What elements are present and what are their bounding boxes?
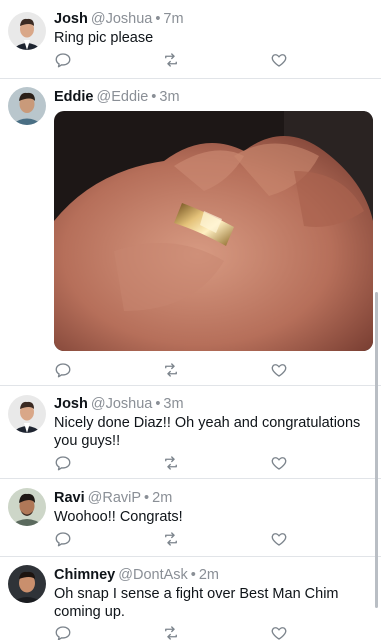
tweet-ravi[interactable]: Ravi @RaviP • 2m Woohoo!! Congrats! <box>0 479 381 556</box>
like-icon[interactable] <box>270 454 288 472</box>
tweet-eddie[interactable]: Eddie @Eddie • 3m <box>0 79 381 385</box>
tweet-text: Nicely done Diaz!! Oh yeah and congratul… <box>54 415 361 449</box>
timestamp: 2m <box>152 490 173 506</box>
retweet-icon[interactable] <box>162 51 180 69</box>
tweet-header: Chimney @DontAsk • 2m <box>54 566 219 584</box>
tweet-josh-2[interactable]: Josh @Joshua • 3m Nicely done Diaz!! Oh yea… <box>0 386 381 478</box>
reply-icon[interactable] <box>54 530 72 548</box>
timestamp: 3m <box>159 89 180 105</box>
tweet-actions <box>54 530 294 548</box>
avatar[interactable] <box>8 395 46 433</box>
retweet-icon[interactable] <box>162 624 180 640</box>
author-handle[interactable]: @DontAsk <box>118 567 188 583</box>
author-name[interactable]: Eddie <box>54 89 93 105</box>
like-icon[interactable] <box>270 530 288 548</box>
separator-dot: • <box>151 89 157 105</box>
tweet-text: Woohoo!! Congrats! <box>54 509 183 525</box>
separator-dot: • <box>144 490 150 506</box>
reply-icon[interactable] <box>54 624 72 640</box>
retweet-icon[interactable] <box>162 361 180 379</box>
tweet-actions <box>54 361 294 379</box>
like-icon[interactable] <box>270 51 288 69</box>
author-name[interactable]: Josh <box>54 396 88 412</box>
reply-icon[interactable] <box>54 361 72 379</box>
avatar[interactable] <box>8 488 46 526</box>
avatar[interactable] <box>8 565 46 603</box>
tweet-josh-1[interactable]: Josh @Joshua • 7m Ring pic please <box>0 0 381 78</box>
retweet-icon[interactable] <box>162 454 180 472</box>
tweet-photo[interactable] <box>54 111 373 351</box>
tweet-header: Ravi @RaviP • 2m <box>54 489 172 507</box>
separator-dot: • <box>155 396 161 412</box>
tweet-text: Oh snap I sense a fight over Best Man Ch… <box>54 586 339 620</box>
tweet-actions <box>54 454 294 472</box>
like-icon[interactable] <box>270 361 288 379</box>
author-handle[interactable]: @RaviP <box>88 490 141 506</box>
scrollbar[interactable] <box>375 292 378 608</box>
author-handle[interactable]: @Joshua <box>91 396 152 412</box>
author-name[interactable]: Ravi <box>54 490 85 506</box>
tweet-header: Josh @Joshua • 3m <box>54 395 184 413</box>
avatar[interactable] <box>8 12 46 50</box>
reply-icon[interactable] <box>54 51 72 69</box>
author-handle[interactable]: @Eddie <box>96 89 148 105</box>
timestamp: 7m <box>163 11 184 27</box>
retweet-icon[interactable] <box>162 530 180 548</box>
tweet-feed: Josh @Joshua • 7m Ring pic please Eddie @Edd… <box>0 0 381 640</box>
author-name[interactable]: Chimney <box>54 567 115 583</box>
tweet-header: Eddie @Eddie • 3m <box>54 88 180 106</box>
tweet-text: Ring pic please <box>54 30 154 46</box>
avatar[interactable] <box>8 87 46 125</box>
author-name[interactable]: Josh <box>54 11 88 27</box>
tweet-actions <box>54 624 294 640</box>
like-icon[interactable] <box>270 624 288 640</box>
author-handle[interactable]: @Joshua <box>91 11 152 27</box>
timestamp: 2m <box>198 567 220 583</box>
tweet-header: Josh @Joshua • 7m <box>54 10 184 28</box>
separator-dot: • <box>190 567 196 583</box>
timestamp: 3m <box>163 396 184 412</box>
tweet-chimney[interactable]: Chimney @DontAsk • 2m Oh snap I sense a fig… <box>0 557 381 640</box>
reply-icon[interactable] <box>54 454 72 472</box>
tweet-actions <box>54 51 294 69</box>
separator-dot: • <box>155 11 161 27</box>
